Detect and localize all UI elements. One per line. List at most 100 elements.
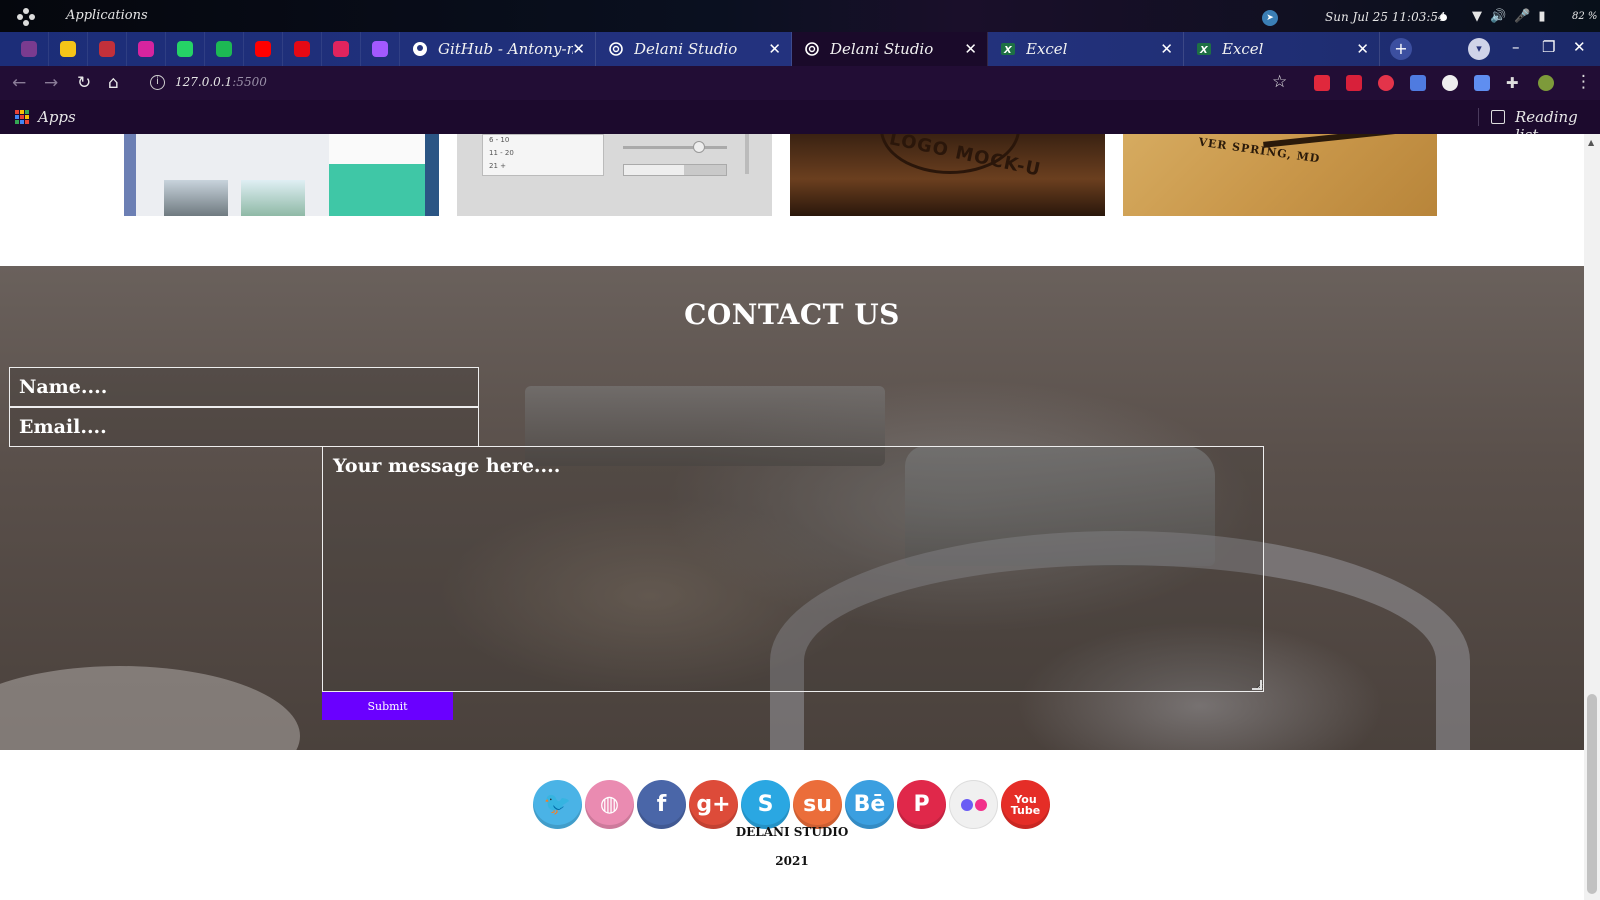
facebook-icon[interactable]: f <box>637 780 686 829</box>
svg-text:X: X <box>1003 45 1013 56</box>
youtube-icon[interactable]: You Tube <box>1001 780 1050 829</box>
browser-tab-strip: GitHub - Antony-me✕Delani Studio✕Delani … <box>0 32 1600 66</box>
os-logo-icon[interactable] <box>16 7 36 27</box>
submit-button[interactable]: Submit <box>322 692 453 720</box>
dribbble-icon[interactable]: ◍ <box>585 780 634 829</box>
pinterest-icon[interactable]: P <box>897 780 946 829</box>
grape-app-icon <box>21 41 37 57</box>
portfolio-image-website-mockup[interactable] <box>124 134 439 216</box>
scroll-up-icon[interactable]: ▲ <box>1588 138 1594 147</box>
skype-icon[interactable]: S <box>741 780 790 829</box>
microphone-icon[interactable]: 🎤 <box>1514 9 1530 24</box>
volume-icon[interactable]: 🔊 <box>1490 9 1506 24</box>
battery-icon[interactable]: ▮ <box>1538 9 1545 24</box>
website-icon <box>804 41 820 57</box>
tab-close-icon[interactable]: ✕ <box>1160 40 1173 58</box>
browser-toolbar: ← → ↻ ⌂ i 127.0.0.1:5500 ☆ ✚ ⋮ <box>0 66 1600 100</box>
mockup-photo <box>164 180 228 216</box>
extensions-puzzle-icon[interactable]: ✚ <box>1506 75 1522 91</box>
browser-tab[interactable]: X Excel ✕ <box>1184 32 1380 66</box>
restore-icon[interactable]: ❐ <box>1542 38 1555 56</box>
tab-close-icon[interactable]: ✕ <box>1356 40 1369 58</box>
browser-tab[interactable]: Delani Studio ✕ <box>792 32 988 66</box>
reading-list-icon[interactable] <box>1491 110 1505 124</box>
flickr-icon[interactable] <box>949 780 998 829</box>
tab-close-icon[interactable]: ✕ <box>768 40 781 58</box>
url-port: :5500 <box>232 75 267 89</box>
apps-bookmark[interactable]: Apps <box>38 108 76 126</box>
tab-close-icon[interactable]: ✕ <box>964 40 977 58</box>
tab-close-icon[interactable]: ✕ <box>572 40 585 58</box>
close-window-icon[interactable]: ✕ <box>1573 38 1586 56</box>
tab-title: GitHub - Antony-me <box>438 40 573 58</box>
portfolio-image-logo-mockup[interactable]: LOGO MOCK-U <box>790 134 1105 216</box>
pinned-tab[interactable] <box>166 32 205 66</box>
extension-icon[interactable] <box>1474 75 1490 91</box>
wifi-icon[interactable]: ▼ <box>1472 9 1482 24</box>
name-input[interactable] <box>9 367 479 407</box>
svg-text:X: X <box>1199 45 1209 56</box>
mockup-photo <box>241 180 305 216</box>
pinned-tab[interactable] <box>88 32 127 66</box>
back-icon[interactable]: ← <box>12 73 26 93</box>
resize-handle-icon[interactable] <box>1252 680 1262 690</box>
netflix-icon <box>294 41 310 57</box>
pinned-tab[interactable] <box>283 32 322 66</box>
mockup-teal-block <box>329 164 425 216</box>
extension-icon[interactable] <box>1442 75 1458 91</box>
forward-icon[interactable]: → <box>44 73 58 93</box>
portfolio-image-paper-logo[interactable]: VER SPRING, MD <box>1123 134 1437 216</box>
translate-extension-icon[interactable] <box>1410 75 1426 91</box>
extension-icon[interactable] <box>1346 75 1362 91</box>
minimize-icon[interactable]: – <box>1512 38 1520 56</box>
browser-tab[interactable]: GitHub - Antony-me✕ <box>400 32 596 66</box>
message-textarea[interactable] <box>322 446 1264 692</box>
page-scrollbar[interactable]: ▲ <box>1584 134 1600 900</box>
mockup-list: 6 - 10 11 - 20 21 + <box>482 134 604 176</box>
url-host: 127.0.0.1 <box>175 75 233 89</box>
browser-tab[interactable]: Delani Studio ✕ <box>596 32 792 66</box>
applications-menu[interactable]: Applications <box>66 8 148 23</box>
pinned-tab[interactable] <box>322 32 361 66</box>
reload-icon[interactable]: ↻ <box>77 73 91 93</box>
profile-avatar[interactable] <box>1538 75 1554 91</box>
mockup-swash <box>1263 134 1413 148</box>
telegram-tray-icon[interactable]: ➤ <box>1262 10 1278 26</box>
pinned-tab[interactable] <box>10 32 49 66</box>
twitter-icon[interactable]: 🐦 <box>533 780 582 829</box>
instagram-icon <box>138 41 154 57</box>
pinned-tab[interactable] <box>127 32 166 66</box>
bookmarks-bar: Apps Reading list <box>0 100 1600 144</box>
spotify-icon <box>216 41 232 57</box>
home-icon[interactable]: ⌂ <box>108 73 119 93</box>
excel-icon: X <box>1196 41 1212 57</box>
browser-tab[interactable]: X Excel ✕ <box>988 32 1184 66</box>
pinned-tab[interactable] <box>244 32 283 66</box>
extension-icon[interactable] <box>1314 75 1330 91</box>
tab-search-button[interactable]: ▾ <box>1468 38 1490 60</box>
stumbleupon-icon[interactable]: su <box>793 780 842 829</box>
pinned-tab[interactable] <box>49 32 88 66</box>
mockup-sidebar <box>124 134 136 216</box>
video-app-icon <box>333 41 349 57</box>
imdb-icon <box>60 41 76 57</box>
social-links: 🐦 ◍ f g+ Ssu Bē P You Tube <box>533 780 1050 829</box>
new-tab-button[interactable]: + <box>1390 38 1412 60</box>
email-input[interactable] <box>9 407 479 447</box>
pinned-tab[interactable] <box>205 32 244 66</box>
mockup-list-row: 21 + <box>489 162 506 170</box>
pinned-tab[interactable] <box>361 32 400 66</box>
bookmark-star-icon[interactable]: ☆ <box>1272 72 1287 92</box>
page-viewport: 6 - 10 11 - 20 21 + LOGO MOCK-U VER SPRI… <box>0 134 1584 900</box>
tab-title: Delani Studio <box>634 40 738 58</box>
portfolio-image-ui-kit[interactable]: 6 - 10 11 - 20 21 + <box>457 134 772 216</box>
browser-menu-icon[interactable]: ⋮ <box>1575 72 1592 92</box>
apps-grid-icon[interactable] <box>15 110 29 124</box>
extension-icon[interactable] <box>1378 75 1394 91</box>
address-bar[interactable]: 127.0.0.1:5500 <box>175 75 267 89</box>
behance-icon[interactable]: Bē <box>845 780 894 829</box>
system-clock[interactable]: Sun Jul 25 11:03:54 <box>1325 10 1446 24</box>
google-plus-icon[interactable]: g+ <box>689 780 738 829</box>
scrollbar-thumb[interactable] <box>1587 694 1597 894</box>
site-info-icon[interactable]: i <box>150 75 165 90</box>
